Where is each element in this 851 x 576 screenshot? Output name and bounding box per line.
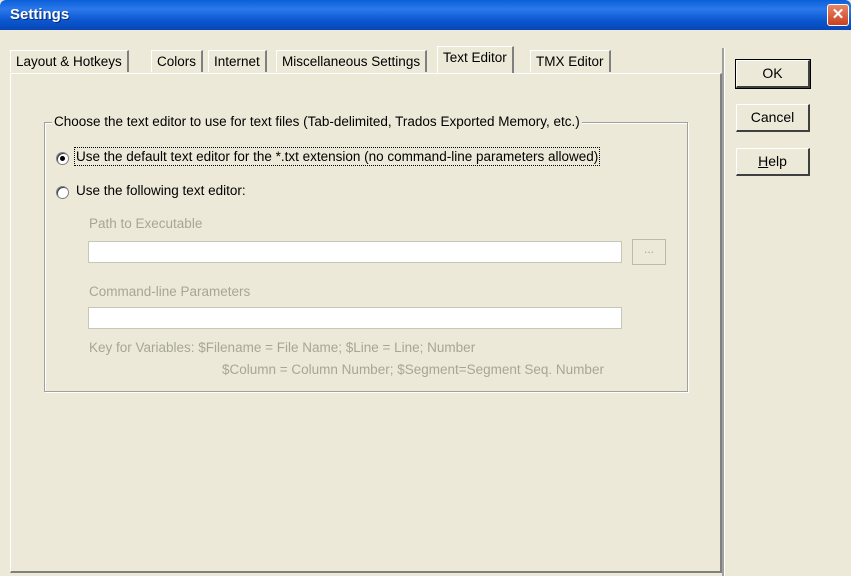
custom-editor-radio[interactable] — [56, 186, 69, 199]
tab-layout-hotkeys[interactable]: Layout & Hotkeys — [10, 50, 129, 72]
tab-miscellaneous-settings[interactable]: Miscellaneous Settings — [276, 50, 428, 72]
close-button[interactable]: ✕ — [827, 4, 849, 26]
groupbox-legend: Choose the text editor to use for text f… — [52, 114, 582, 129]
default-editor-label[interactable]: Use the default text editor for the *.tx… — [73, 147, 601, 166]
vertical-divider — [722, 48, 725, 576]
window-title: Settings — [10, 6, 70, 23]
path-to-executable-input[interactable] — [88, 241, 622, 263]
close-icon: ✕ — [831, 6, 845, 23]
tab-internet[interactable]: Internet — [208, 50, 267, 72]
tab-colors[interactable]: Colors — [151, 50, 204, 72]
tab-text-editor[interactable]: Text Editor — [437, 46, 514, 73]
ok-button[interactable]: OK — [735, 59, 811, 89]
default-editor-radio[interactable] — [56, 152, 69, 165]
custom-editor-label[interactable]: Use the following text editor: — [76, 183, 246, 198]
command-line-parameters-label: Command-line Parameters — [89, 284, 251, 299]
help-button-label: Help — [758, 153, 787, 169]
variables-key-line2: $Column = Column Number; $Segment=Segmen… — [222, 362, 604, 377]
command-line-parameters-input[interactable] — [88, 307, 622, 329]
tab-tmx-editor[interactable]: TMX Editor — [530, 50, 611, 72]
cancel-button[interactable]: Cancel — [736, 104, 810, 132]
variables-key-line1: Key for Variables: $Filename = File Name… — [89, 340, 476, 355]
help-button[interactable]: Help — [736, 148, 810, 176]
browse-button[interactable]: ... — [632, 239, 666, 265]
title-bar: Settings ✕ — [0, 0, 851, 30]
path-to-executable-label: Path to Executable — [89, 216, 203, 231]
